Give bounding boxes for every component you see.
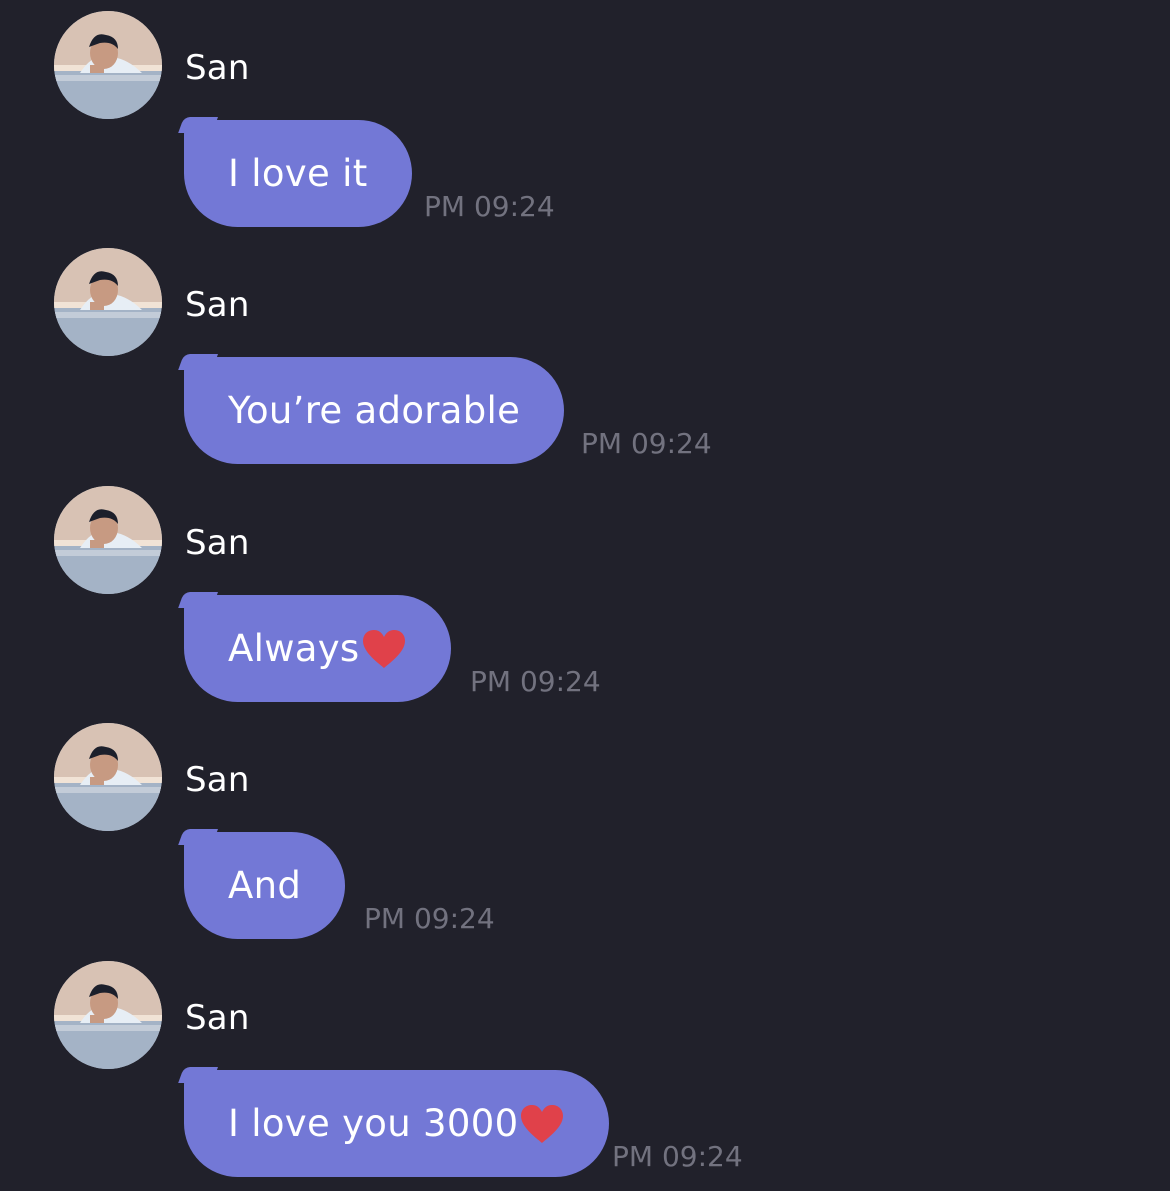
message: San And PM 09:24 (0, 712, 1170, 949)
avatar-photo (54, 723, 162, 831)
message-timestamp: PM 09:24 (424, 190, 555, 223)
message-bubble[interactable]: I love it (178, 117, 412, 227)
avatar[interactable] (54, 486, 162, 594)
message-text: I love it (228, 152, 368, 195)
message-bubble[interactable]: And (178, 829, 346, 939)
bubble-tail (178, 117, 218, 133)
message: San I love you 3000 PM 09:24 (0, 950, 1170, 1187)
message-text: I love you 3000 (228, 1102, 519, 1145)
sender-name: San (185, 285, 250, 325)
avatar-photo (54, 961, 162, 1069)
message-timestamp: PM 09:24 (581, 427, 712, 460)
bubble-tail (178, 1067, 218, 1083)
avatar[interactable] (54, 11, 162, 119)
heart-icon (362, 629, 405, 668)
message: San I love it PM 09:24 (0, 0, 1170, 237)
sender-name: San (185, 523, 250, 563)
message-text: Always (228, 627, 360, 670)
avatar[interactable] (54, 723, 162, 831)
avatar[interactable] (54, 248, 162, 356)
avatar-photo (54, 486, 162, 594)
heart-icon (521, 1104, 564, 1143)
chat-thread: San I love it PM 09:24 San You’re adorab… (0, 0, 1170, 1191)
bubble-tail (178, 354, 218, 370)
message-text: And (228, 864, 302, 907)
sender-name: San (185, 48, 250, 88)
message-bubble[interactable]: Always (178, 592, 451, 702)
message: San Always PM 09:24 (0, 475, 1170, 712)
sender-name: San (185, 998, 250, 1038)
sender-name: San (185, 760, 250, 800)
message-bubble[interactable]: I love you 3000 (178, 1067, 610, 1177)
avatar-photo (54, 248, 162, 356)
message: San You’re adorable PM 09:24 (0, 237, 1170, 474)
avatar-photo (54, 11, 162, 119)
message-timestamp: PM 09:24 (612, 1140, 743, 1173)
message-timestamp: PM 09:24 (364, 902, 495, 935)
bubble-tail (178, 829, 218, 845)
message-timestamp: PM 09:24 (470, 665, 601, 698)
avatar[interactable] (54, 961, 162, 1069)
bubble-tail (178, 592, 218, 608)
message-text: You’re adorable (228, 389, 521, 432)
message-bubble[interactable]: You’re adorable (178, 354, 565, 464)
